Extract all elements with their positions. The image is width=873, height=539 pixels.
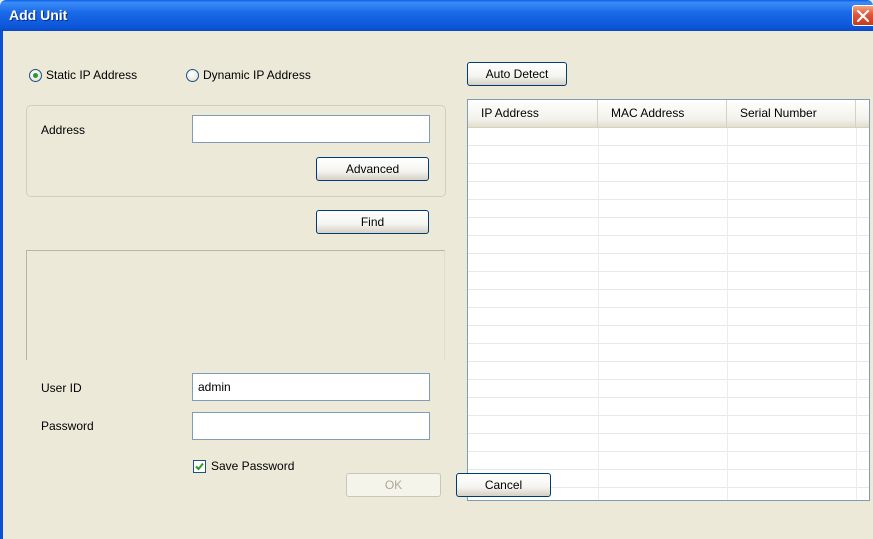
grid-line xyxy=(468,416,869,434)
checkbox-checked-icon xyxy=(193,459,206,473)
column-header-mac[interactable]: MAC Address xyxy=(598,100,727,127)
grid-column-line xyxy=(856,128,857,500)
grid-line xyxy=(468,164,869,182)
grid-line xyxy=(468,236,869,254)
auto-detect-button[interactable]: Auto Detect xyxy=(467,62,567,86)
grid-line xyxy=(468,254,869,272)
grid-line xyxy=(468,380,869,398)
grid-line xyxy=(468,146,869,164)
advanced-button[interactable]: Advanced xyxy=(316,157,429,181)
cancel-button[interactable]: Cancel xyxy=(456,473,551,497)
dynamic-ip-radio[interactable]: Dynamic IP Address xyxy=(186,68,311,82)
password-input[interactable] xyxy=(192,412,430,440)
grid-line xyxy=(468,308,869,326)
grid-line xyxy=(468,362,869,380)
grid-line xyxy=(468,200,869,218)
save-password-checkbox[interactable]: Save Password xyxy=(193,459,294,473)
password-label: Password xyxy=(41,419,94,433)
grid-column-line xyxy=(598,128,599,500)
column-header-ip[interactable]: IP Address xyxy=(468,100,598,127)
close-button[interactable] xyxy=(852,5,873,26)
grid-line xyxy=(468,272,869,290)
save-password-label: Save Password xyxy=(211,459,295,473)
grid-line xyxy=(468,218,869,236)
grid-column-line xyxy=(727,128,728,500)
address-input[interactable] xyxy=(192,115,430,143)
grid-line xyxy=(468,290,869,308)
column-header-serial[interactable]: Serial Number xyxy=(727,100,856,127)
results-table[interactable]: IP Address MAC Address Serial Number xyxy=(467,99,870,501)
static-ip-label: Static IP Address xyxy=(46,68,138,82)
window-title: Add Unit xyxy=(9,7,68,23)
title-bar: Add Unit xyxy=(0,0,873,31)
grid-line xyxy=(468,452,869,470)
find-button[interactable]: Find xyxy=(316,210,429,234)
results-table-header: IP Address MAC Address Serial Number xyxy=(468,100,869,128)
user-id-input[interactable]: admin xyxy=(192,373,430,401)
ok-button[interactable]: OK xyxy=(346,473,441,497)
dialog-body: Static IP Address Dynamic IP Address Add… xyxy=(0,31,873,539)
user-id-label: User ID xyxy=(41,381,82,395)
grid-line xyxy=(468,326,869,344)
grid-line xyxy=(468,434,869,452)
address-label: Address xyxy=(41,123,86,137)
radio-unchecked-icon xyxy=(186,68,199,82)
grid-line xyxy=(468,128,869,146)
grid-line xyxy=(468,344,869,362)
radio-checked-icon xyxy=(29,68,42,82)
grid-line xyxy=(468,182,869,200)
info-panel xyxy=(26,250,445,360)
grid-line xyxy=(468,398,869,416)
static-ip-radio[interactable]: Static IP Address xyxy=(29,68,137,82)
close-icon xyxy=(857,10,869,22)
dynamic-ip-label: Dynamic IP Address xyxy=(203,68,311,82)
